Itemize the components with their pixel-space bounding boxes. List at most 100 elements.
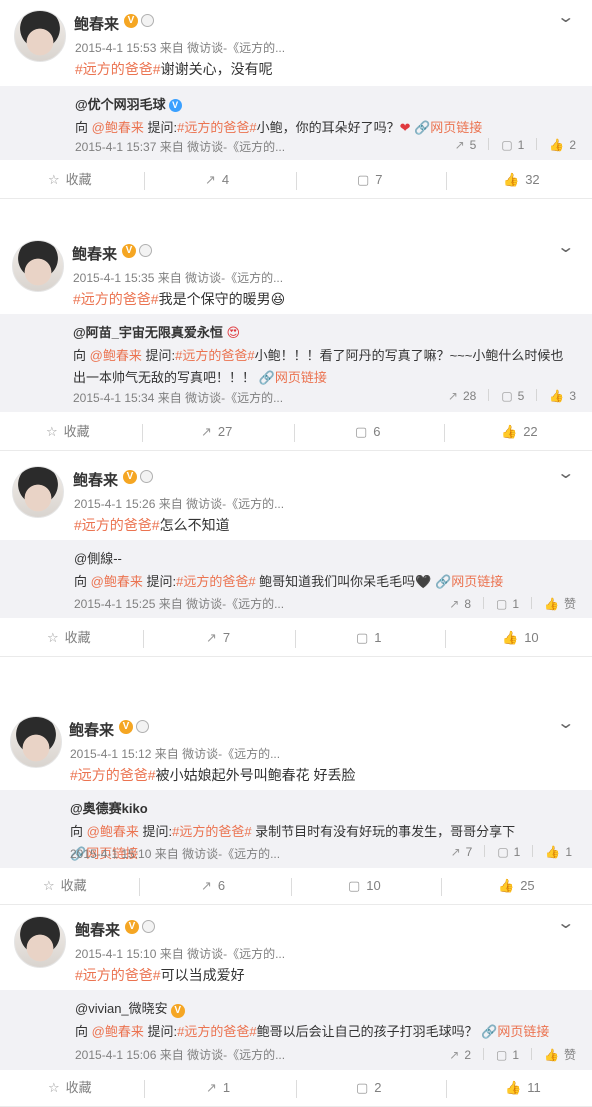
chevron-down-icon[interactable]: ⌄ (556, 913, 575, 933)
web-link[interactable]: 🔗网页链接 (435, 574, 503, 589)
author-name[interactable]: 鲍春来 (72, 243, 117, 264)
post-meta[interactable]: 2015-4-1 15:53 来自 微访谈-《远方的... (75, 39, 285, 56)
quoted-stats: ↗ 2 ▢ 1 👍 赞 (449, 1046, 576, 1063)
quoted-user-name[interactable]: @优个网羽毛球 (75, 97, 166, 112)
web-link[interactable]: 🔗网页链接 (259, 370, 327, 385)
repost-button[interactable]: ↗ 4 (205, 162, 229, 198)
q-like[interactable]: 👍 1 (545, 845, 572, 859)
mention-link[interactable]: @鲍春来 (92, 120, 144, 135)
q-repost[interactable]: ↗ 28 (448, 389, 476, 403)
q-repost[interactable]: ↗ 8 (449, 597, 471, 611)
q-like[interactable]: 👍 赞 (544, 1046, 576, 1063)
repost-button[interactable]: ↗ 7 (206, 620, 230, 656)
topic-link[interactable]: #远方的爸爸# (74, 517, 160, 533)
quoted-user-name[interactable]: @阿苗_宇宙无限真爱永恒 (73, 325, 223, 340)
mention-link[interactable]: @鲍春来 (91, 574, 143, 589)
author-name[interactable]: 鲍春来 (73, 469, 118, 490)
member-icon (141, 14, 154, 27)
q-comment[interactable]: ▢ 5 (501, 389, 524, 403)
quoted-user-name[interactable]: @側線-- (74, 551, 122, 566)
quoted-user[interactable]: @优个网羽毛球 V (75, 94, 182, 113)
comment-button[interactable]: ▢ 7 (357, 162, 383, 198)
like-button[interactable]: 👍 22 (501, 414, 538, 450)
post-meta[interactable]: 2015-4-1 15:10 来自 微访谈-《远方的... (75, 945, 285, 962)
chevron-down-icon[interactable]: ⌄ (556, 713, 575, 733)
author-name[interactable]: 鲍春来 (69, 719, 114, 740)
q-like[interactable]: 👍 3 (549, 389, 576, 403)
topic-link[interactable]: #远方的爸爸# (75, 967, 161, 983)
repost-icon: ↗ (449, 1048, 460, 1062)
repost-button[interactable]: ↗ 1 (206, 1070, 230, 1106)
q-topic-link[interactable]: #远方的爸爸# (177, 1024, 256, 1039)
action-bar: ☆ 收藏 ↗ 1 ▢ 2 👍 11 (0, 1070, 592, 1107)
comment-button[interactable]: ▢ 10 (348, 868, 381, 904)
topic-link[interactable]: #远方的爸爸# (73, 291, 159, 307)
mention-link[interactable]: @鲍春来 (90, 348, 142, 363)
quoted-meta[interactable]: 2015-4-1 15:06 来自 微访谈-《远方的... (75, 1046, 285, 1063)
q-topic-link[interactable]: #远方的爸爸# (172, 824, 251, 839)
quoted-meta[interactable]: 2015-4-1 15:34 来自 微访谈-《远方的... (73, 389, 283, 406)
like-button[interactable]: 👍 11 (505, 1070, 541, 1106)
post-body: 被小姑娘起外号叫鲍春花 好丢脸 (155, 767, 356, 783)
post-meta[interactable]: 2015-4-1 15:26 来自 微访谈-《远方的... (74, 495, 284, 512)
quoted-user[interactable]: @vivian_微晓安 V (75, 998, 185, 1018)
avatar[interactable] (12, 466, 64, 518)
post-meta[interactable]: 2015-4-1 15:12 来自 微访谈-《远方的... (70, 745, 280, 762)
member-icon (139, 244, 152, 257)
quoted-user-name[interactable]: @vivian_微晓安 (75, 1001, 168, 1016)
favorite-button[interactable]: ☆ 收藏 (47, 620, 91, 656)
quoted-question: @阿苗_宇宙无限真爱永恒 😍 向 @鲍春来 提问:#远方的爸爸#小鲍！！！看了阿… (0, 314, 592, 412)
avatar[interactable] (14, 10, 66, 62)
q-topic-link[interactable]: #远方的爸爸# (175, 348, 254, 363)
post-meta[interactable]: 2015-4-1 15:35 来自 微访谈-《远方的... (73, 269, 283, 286)
quoted-meta[interactable]: 2015-4-1 15:37 来自 微访谈-《远方的... (75, 138, 285, 155)
favorite-button[interactable]: ☆ 收藏 (46, 414, 90, 450)
q-topic-link[interactable]: #远方的爸爸# (177, 120, 256, 135)
thumbs-up-icon: 👍 (501, 424, 518, 439)
web-link[interactable]: 🔗网页链接 (414, 120, 482, 135)
quoted-meta[interactable]: 2015-4-1 15:25 来自 微访谈-《远方的... (74, 595, 284, 612)
like-button[interactable]: 👍 10 (502, 620, 539, 656)
chevron-down-icon[interactable]: ⌄ (556, 7, 575, 27)
q-repost[interactable]: ↗ 5 (455, 138, 477, 152)
q-repost[interactable]: ↗ 2 (449, 1048, 471, 1062)
like-button[interactable]: 👍 32 (503, 162, 540, 198)
q-comment[interactable]: ▢ 1 (501, 138, 524, 152)
q-like[interactable]: 👍 赞 (544, 595, 576, 612)
topic-link[interactable]: #远方的爸爸# (75, 61, 161, 77)
q-comment[interactable]: ▢ 1 (497, 845, 520, 859)
repost-button[interactable]: ↗ 6 (201, 868, 225, 904)
mention-link[interactable]: @鲍春来 (92, 1024, 144, 1039)
favorite-button[interactable]: ☆ 收藏 (48, 162, 92, 198)
author-name[interactable]: 鲍春来 (75, 919, 120, 940)
quoted-user[interactable]: @奥德赛kiko (70, 798, 148, 817)
quoted-user[interactable]: @阿苗_宇宙无限真爱永恒 😍 (73, 322, 240, 341)
repost-icon: ↗ (449, 597, 460, 611)
quoted-user[interactable]: @側線-- (74, 548, 122, 567)
avatar[interactable] (14, 916, 66, 968)
mention-link[interactable]: @鲍春来 (87, 824, 139, 839)
author-name[interactable]: 鲍春来 (74, 13, 119, 34)
like-button[interactable]: 👍 25 (498, 868, 535, 904)
favorite-button[interactable]: ☆ 收藏 (43, 868, 87, 904)
avatar[interactable] (10, 716, 62, 768)
web-link[interactable]: 🔗网页链接 (481, 1024, 549, 1039)
topic-link[interactable]: #远方的爸爸# (70, 767, 156, 783)
comment-button[interactable]: ▢ 6 (355, 414, 381, 450)
favorite-button[interactable]: ☆ 收藏 (48, 1070, 92, 1106)
weibo-post: 鲍春来 V ⌄ 2015-4-1 15:10 来自 微访谈-《远方的... #远… (0, 908, 592, 1107)
chevron-down-icon[interactable]: ⌄ (556, 237, 575, 257)
q-like[interactable]: 👍 2 (549, 138, 576, 152)
repost-button[interactable]: ↗ 27 (201, 414, 232, 450)
quoted-user-name[interactable]: @奥德赛kiko (70, 801, 148, 816)
comment-button[interactable]: ▢ 1 (356, 620, 382, 656)
chevron-down-icon[interactable]: ⌄ (556, 463, 575, 483)
comment-button[interactable]: ▢ 2 (356, 1070, 382, 1106)
q-comment[interactable]: ▢ 1 (496, 597, 519, 611)
q-comment[interactable]: ▢ 1 (496, 1048, 519, 1062)
q-topic-link[interactable]: #远方的爸爸# (176, 574, 255, 589)
quoted-text: 向 @鲍春来 提问:#远方的爸爸# 鲍哥知道我们叫你呆毛毛吗🖤 🔗网页链接 (74, 574, 504, 589)
quoted-meta[interactable]: 2015-4-1 15:10 来自 微访谈-《远方的... (70, 845, 280, 862)
q-repost[interactable]: ↗ 7 (451, 845, 473, 859)
avatar[interactable] (12, 240, 64, 292)
